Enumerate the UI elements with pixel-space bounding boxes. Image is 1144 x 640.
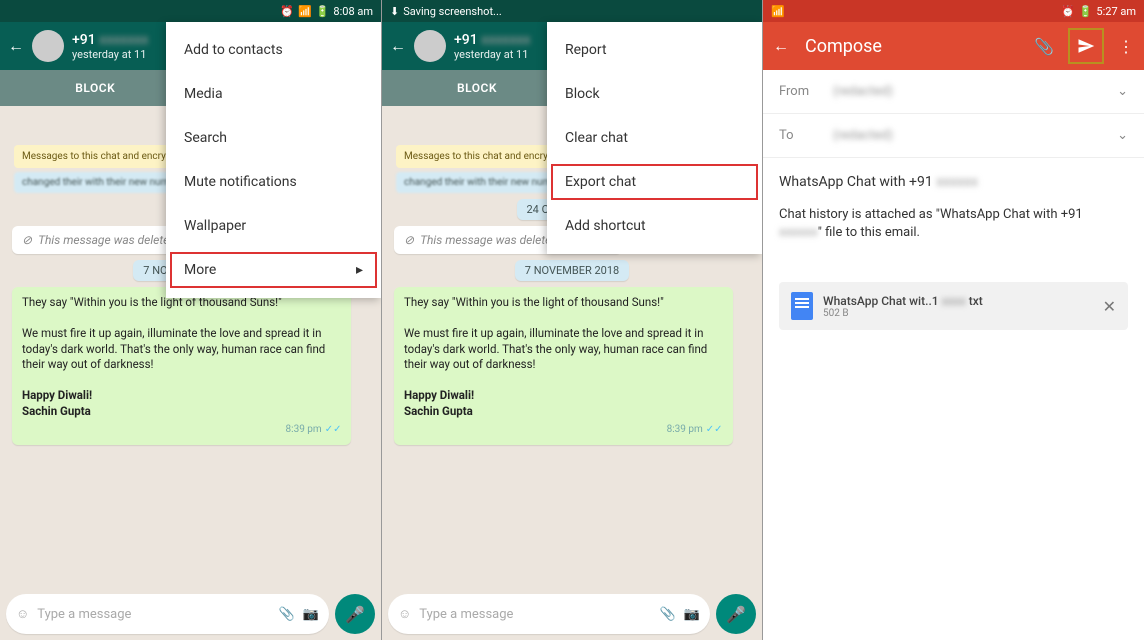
msg-text: They say "Within you is the light of tho… [404, 295, 723, 311]
menu-wallpaper[interactable]: Wallpaper [166, 204, 381, 248]
msg-text: Sachin Gupta [404, 404, 473, 418]
attachment-name: WhatsApp Chat wit..1 [823, 294, 939, 308]
last-seen: yesterday at 11 [454, 48, 530, 61]
to-field[interactable]: To (redacted) ⌄ [763, 114, 1144, 158]
emoji-icon[interactable]: ☺ [398, 606, 411, 622]
voice-button[interactable]: 🎤 [716, 594, 756, 634]
overflow-menu: Add to contacts Media Search Mute notifi… [166, 22, 381, 298]
emoji-icon[interactable]: ☺ [16, 606, 29, 622]
msg-text: We must fire it up again, illuminate the… [22, 326, 341, 373]
menu-mute[interactable]: Mute notifications [166, 160, 381, 204]
clock: 5:27 am [1096, 5, 1136, 18]
more-icon[interactable]: ⋮ [1118, 37, 1134, 56]
attachment-chip[interactable]: WhatsApp Chat wit..1 xxxx txt 502 B ✕ [779, 282, 1128, 330]
body-field[interactable]: Chat history is attached as "WhatsApp Ch… [763, 206, 1144, 258]
signal-icon: 📶 [771, 5, 785, 18]
last-seen: yesterday at 11 [72, 48, 148, 61]
tab-block[interactable]: BLOCK [382, 70, 572, 106]
page-title: Compose [805, 36, 1018, 57]
chevron-right-icon: ▸ [356, 262, 363, 278]
from-field[interactable]: From (redacted) ⌄ [763, 70, 1144, 114]
avatar[interactable] [32, 30, 64, 62]
chat-bubble[interactable]: They say "Within you is the light of tho… [12, 287, 351, 445]
from-label: From [779, 84, 819, 99]
msg-time: 8:39 pm [667, 424, 703, 435]
msg-text: Happy Diwali! [22, 388, 92, 402]
menu-media[interactable]: Media [166, 72, 381, 116]
avatar[interactable] [414, 30, 446, 62]
send-button[interactable] [1070, 30, 1102, 62]
attach-icon[interactable]: 📎 [1034, 37, 1054, 56]
placeholder: Type a message [37, 607, 270, 622]
status-bar: 📶 ⏰ 🔋5:27 am [763, 0, 1144, 22]
attach-icon[interactable]: 📎 [279, 607, 295, 622]
status-bar: ⬇ Saving screenshot... [382, 0, 762, 22]
wifi-icon: 📶 [298, 5, 312, 18]
camera-icon[interactable]: 📷 [303, 607, 319, 622]
msg-time: 8:39 pm [286, 424, 322, 435]
menu-add-contacts[interactable]: Add to contacts [166, 28, 381, 72]
menu-more[interactable]: More▸ [166, 248, 381, 292]
contact-name: +91 [72, 32, 96, 48]
remove-attachment-icon[interactable]: ✕ [1103, 297, 1116, 316]
clock: 8:08 am [333, 5, 373, 18]
save-icon: ⬇ [390, 5, 399, 18]
from-value: (redacted) [833, 84, 1103, 99]
doc-icon [791, 292, 813, 320]
voice-button[interactable]: 🎤 [335, 594, 375, 634]
date-pill: 7 NOVEMBER 2018 [515, 260, 629, 281]
menu-search[interactable]: Search [166, 116, 381, 160]
battery-icon: 🔋 [316, 5, 330, 18]
message-input[interactable]: ☺ Type a message 📎 📷 [388, 594, 710, 634]
chat-bubble[interactable]: They say "Within you is the light of tho… [394, 287, 733, 445]
status-bar: ⏰ 📶 🔋8:08 am [0, 0, 381, 22]
read-tick-icon: ✓✓ [706, 424, 723, 435]
subject-field[interactable]: WhatsApp Chat with +91 xxxxxx [763, 158, 1144, 206]
alarm-icon: ⏰ [280, 5, 294, 18]
message-input[interactable]: ☺ Type a message 📎 📷 [6, 594, 329, 634]
read-tick-icon: ✓✓ [325, 424, 342, 435]
camera-icon[interactable]: 📷 [684, 607, 700, 622]
to-value: (redacted) [833, 128, 1103, 143]
attach-icon[interactable]: 📎 [660, 607, 676, 622]
back-icon[interactable]: ← [390, 36, 406, 56]
overflow-menu: Report Block Clear chat Export chat Add … [547, 22, 762, 254]
to-label: To [779, 128, 819, 143]
menu-report[interactable]: Report [547, 28, 762, 72]
chevron-down-icon[interactable]: ⌄ [1117, 128, 1128, 143]
alarm-icon: ⏰ [1061, 5, 1075, 18]
tab-block[interactable]: BLOCK [0, 70, 191, 106]
attachment-size: 502 B [823, 308, 983, 319]
compose-header: ← Compose 📎 ⋮ [763, 22, 1144, 70]
back-icon[interactable]: ← [773, 36, 789, 56]
saving-text: Saving screenshot... [403, 5, 502, 18]
menu-clear[interactable]: Clear chat [547, 116, 762, 160]
contact-name: +91 [454, 32, 478, 48]
placeholder: Type a message [419, 607, 651, 622]
menu-export-chat[interactable]: Export chat [547, 160, 762, 204]
msg-text: We must fire it up again, illuminate the… [404, 326, 723, 373]
chevron-down-icon[interactable]: ⌄ [1117, 84, 1128, 99]
menu-shortcut[interactable]: Add shortcut [547, 204, 762, 248]
msg-text: Sachin Gupta [22, 404, 91, 418]
msg-text: Happy Diwali! [404, 388, 474, 402]
back-icon[interactable]: ← [8, 36, 24, 56]
battery-icon: 🔋 [1079, 5, 1093, 18]
menu-block[interactable]: Block [547, 72, 762, 116]
